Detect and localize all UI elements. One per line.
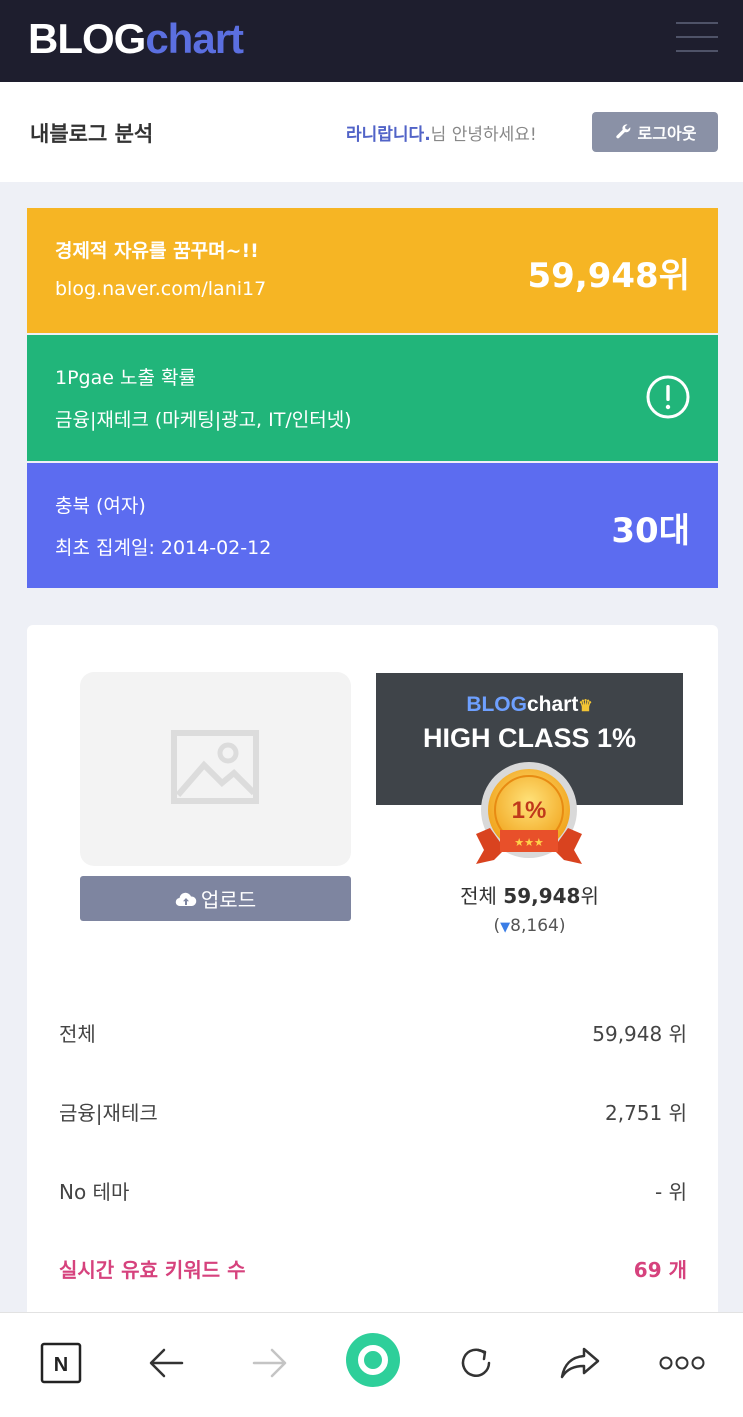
crown-icon: ♛ — [578, 698, 593, 715]
back-arrow-icon[interactable] — [141, 1338, 191, 1388]
home-circle-icon[interactable] — [344, 1331, 402, 1389]
medal-text: 1% — [512, 797, 547, 824]
banner-logo-part2: chart — [526, 693, 579, 716]
svg-text:★★★: ★★★ — [514, 836, 544, 849]
stat-value: 59,948 위 — [592, 1022, 687, 1046]
medal-icon: ★★★ 1% — [476, 762, 582, 864]
blogchart-logo[interactable]: BLOGchart — [28, 14, 244, 64]
exclamation-icon[interactable] — [645, 374, 691, 420]
upload-label: 업로드 — [200, 888, 257, 912]
rank-total-unit: 위 — [580, 884, 599, 908]
more-icon[interactable] — [657, 1338, 707, 1388]
wrench-icon — [615, 124, 630, 139]
stat-row-category: 금융|재테크 2,751 위 — [59, 1097, 687, 1127]
image-placeholder-icon — [171, 730, 259, 804]
rank-total-value: 59,948 — [503, 884, 581, 908]
logout-button[interactable]: 로그아웃 — [592, 112, 718, 152]
cloud-upload-icon — [175, 892, 197, 906]
stat-label: No 테마 — [59, 1180, 130, 1204]
banner-logo: BLOGchart♛ — [376, 693, 683, 717]
stat-row-theme: No 테마 - 위 — [59, 1176, 687, 1206]
rank-total-label: 전체 — [460, 884, 497, 908]
logout-label: 로그아웃 — [637, 124, 697, 143]
stat-label: 실시간 유효 키워드 수 — [59, 1258, 246, 1282]
blog-info-card: 경제적 자유를 꿈꾸며~!! blog.naver.com/lani17 59,… — [27, 208, 718, 333]
rank-change: (▼8,164) — [493, 916, 566, 936]
blog-rank: 59,948위 — [527, 256, 690, 296]
stat-row-keywords: 실시간 유효 키워드 수 69 개 — [59, 1254, 687, 1284]
greeting-suffix: 님 안녕하세요! — [430, 125, 537, 145]
demographic-card: 충북 (여자) 최초 집계일: 2014-02-12 30대 — [27, 463, 718, 588]
exposure-card: 1Pgae 노출 확률 금융|재테크 (마케팅|광고, IT/인터넷) — [27, 335, 718, 461]
stat-label: 금융|재테크 — [59, 1101, 158, 1125]
first-date: 최초 집계일: 2014-02-12 — [55, 537, 272, 559]
naver-n-icon[interactable]: N — [36, 1338, 86, 1388]
refresh-icon[interactable] — [451, 1338, 501, 1388]
stat-value: 69 개 — [633, 1258, 687, 1282]
share-icon[interactable] — [555, 1338, 605, 1388]
browser-bottom-bar: N — [0, 1312, 743, 1417]
stat-row-total: 전체 59,948 위 — [59, 1018, 687, 1048]
blog-url[interactable]: blog.naver.com/lani17 — [55, 278, 266, 300]
logo-part2: chart — [145, 15, 244, 62]
down-triangle-icon: ▼ — [500, 920, 511, 935]
banner-logo-part1: BLOG — [466, 693, 527, 716]
age-group: 30대 — [611, 511, 690, 551]
banner-title: HIGH CLASS 1% — [422, 723, 637, 753]
user-name: 라니랍니다. — [346, 125, 431, 145]
blog-name: 경제적 자유를 꿈꾸며~!! — [55, 240, 259, 262]
top-bar: BLOGchart — [0, 0, 743, 82]
exposure-title: 1Pgae 노출 확률 — [55, 367, 196, 389]
stat-value: 2,751 위 — [604, 1101, 687, 1125]
stat-value: - 위 — [655, 1180, 687, 1204]
hamburger-icon[interactable] — [672, 20, 720, 58]
profile-image-placeholder[interactable] — [80, 672, 351, 866]
upload-button[interactable]: 업로드 — [80, 876, 351, 921]
stat-label: 전체 — [59, 1022, 96, 1046]
greeting: 라니랍니다.님 안녕하세요! — [346, 120, 537, 145]
rank-total: 전체 59,948위 — [376, 880, 683, 909]
logo-part1: BLOG — [28, 15, 146, 62]
rank-change-value: 8,164 — [510, 916, 559, 936]
forward-arrow-icon[interactable] — [245, 1338, 295, 1388]
region-gender: 충북 (여자) — [55, 495, 146, 517]
page-title: 내블로그 분석 — [30, 122, 154, 146]
naver-n-label: N — [54, 1354, 68, 1376]
exposure-category: 금융|재테크 (마케팅|광고, IT/인터넷) — [55, 409, 352, 431]
